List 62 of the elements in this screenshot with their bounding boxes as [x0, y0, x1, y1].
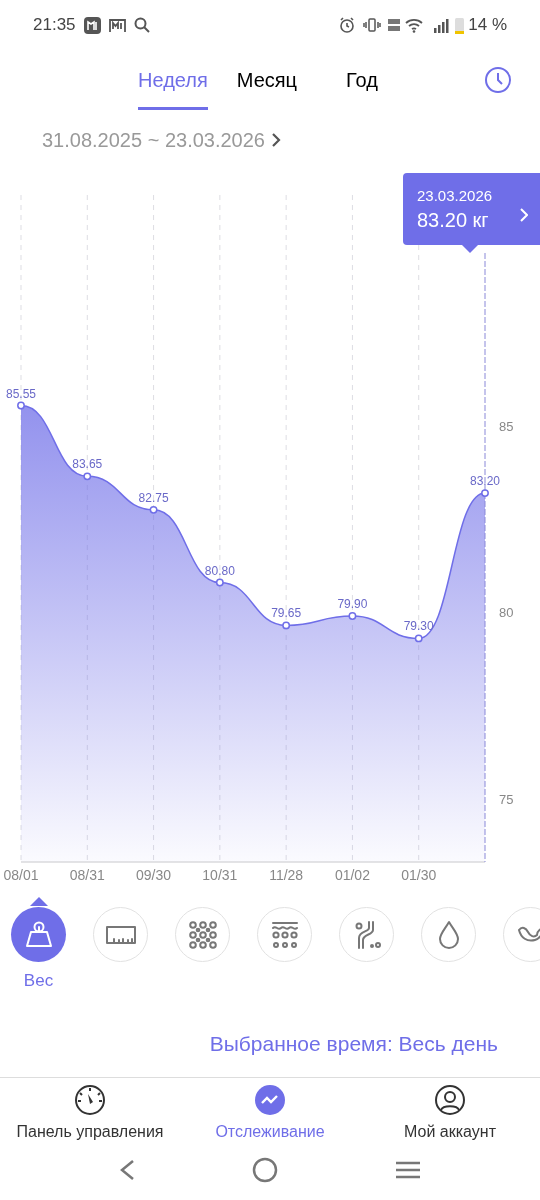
chevron-right-icon[interactable] — [271, 132, 281, 148]
status-time: 21:35 — [33, 14, 76, 37]
data-label: 82.75 — [138, 490, 169, 505]
x-tick-label: 08/01 — [3, 867, 39, 883]
data-label: 79.65 — [271, 606, 302, 621]
data-point — [17, 401, 25, 410]
drop-icon — [436, 919, 461, 950]
tooltip-date: 23.03.2026 — [417, 187, 493, 205]
battery-icon — [455, 16, 465, 34]
back-icon[interactable] — [118, 1159, 135, 1181]
nav-tab[interactable]: Панель управления — [0, 1078, 180, 1145]
x-tick-label: 08/31 — [69, 867, 105, 883]
trend-icon — [254, 1084, 286, 1116]
period-tab[interactable]: Месяц — [236, 50, 298, 110]
selected-time[interactable]: Выбранное время: Весь день — [209, 1032, 498, 1055]
metric-button[interactable] — [11, 907, 66, 962]
data-label: 79.90 — [337, 597, 368, 612]
user-icon — [434, 1084, 466, 1116]
data-label: 79.30 — [403, 619, 434, 634]
y-tick-label: 80 — [499, 605, 514, 621]
chevron-right-icon — [520, 208, 528, 222]
nav-tab[interactable]: Мой аккаунт — [360, 1078, 540, 1145]
app-notification-icon — [83, 16, 101, 34]
x-tick-label: 10/31 — [202, 867, 238, 883]
period-tab[interactable]: Неделя — [138, 50, 208, 110]
period-tab[interactable]: Год — [346, 50, 378, 110]
dots-grid-icon — [187, 919, 218, 950]
data-label: 83.65 — [72, 457, 103, 472]
wifi-icon — [405, 17, 424, 33]
x-tick-label: 11/28 — [269, 867, 304, 883]
gauge-icon — [74, 1084, 106, 1116]
nav-tab[interactable]: Отслеживание — [180, 1078, 360, 1145]
alarm-icon — [339, 17, 356, 33]
data-label: 83.20 — [470, 474, 500, 489]
signal-icon — [433, 17, 450, 33]
data-point — [481, 489, 489, 498]
x-tick-label: 01/30 — [401, 867, 437, 883]
data-point — [83, 472, 92, 481]
tooltip-pointer — [462, 245, 478, 253]
battery-percent: 14 % — [468, 14, 507, 37]
tooltip-value: 83.20 кг — [417, 208, 489, 233]
metric-label: Вес — [23, 970, 54, 992]
data-point — [149, 505, 158, 514]
date-range[interactable]: 31.08.2025 ~ 23.03.2026 — [42, 125, 265, 155]
data-point — [215, 578, 224, 587]
skin-layers-icon — [269, 919, 300, 950]
data-point — [414, 634, 423, 643]
app-notification-icon — [108, 16, 126, 34]
search-icon — [133, 17, 150, 33]
recents-icon[interactable] — [395, 1160, 422, 1180]
data-point — [348, 612, 357, 620]
history-clock-icon[interactable] — [484, 66, 512, 94]
vibrate-icon — [363, 17, 382, 33]
data-label: 85.55 — [6, 386, 36, 401]
y-tick-label: 85 — [499, 419, 514, 435]
x-tick-label: 01/02 — [334, 867, 370, 883]
data-point — [282, 621, 291, 630]
x-tick-label: 09/30 — [136, 867, 172, 883]
y-tick-label: 75 — [499, 791, 514, 807]
home-icon[interactable] — [252, 1157, 278, 1183]
ruler-icon — [104, 923, 137, 946]
data-label: 80.80 — [204, 563, 235, 578]
